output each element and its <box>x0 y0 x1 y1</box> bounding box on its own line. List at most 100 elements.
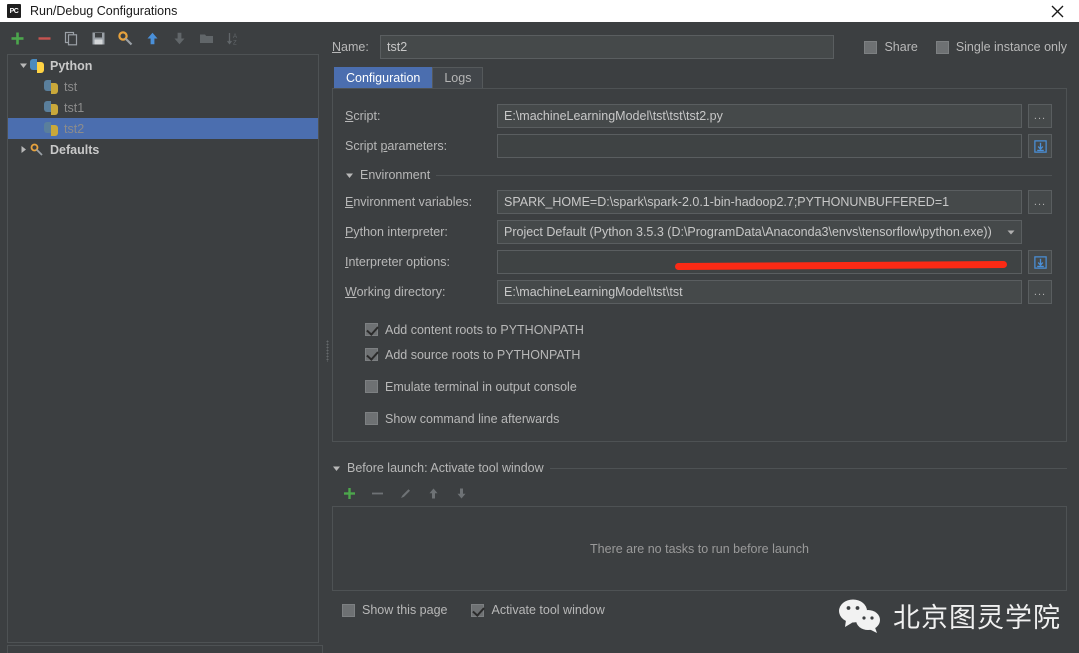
script-parameters-input[interactable] <box>497 134 1022 158</box>
checkbox-box[interactable] <box>864 40 878 54</box>
configuration-editor: Name: tst2 Share Single instance only Co… <box>332 22 1079 653</box>
emulate-terminal-checkbox[interactable]: Emulate terminal in output console <box>365 374 1052 399</box>
checkbox-box[interactable] <box>365 323 378 336</box>
section-divider <box>549 467 1067 469</box>
interpreter-options-input[interactable] <box>497 250 1022 274</box>
configurations-toolbar: A Z <box>0 26 323 51</box>
pycharm-logo-icon: PC <box>7 4 21 18</box>
panel-splitter[interactable] <box>323 22 332 653</box>
options-checkbox-list: Add content roots to PYTHONPATH Add sour… <box>365 317 1052 431</box>
tree-node-tst2[interactable]: tst2 <box>8 118 318 139</box>
chevron-down-icon[interactable] <box>16 61 30 70</box>
activate-tool-window-checkbox[interactable]: Activate tool window <box>471 603 605 617</box>
python-interpreter-value[interactable]: Project Default (Python 3.5.3 (D:\Progra… <box>497 220 1000 244</box>
python-interpreter-combobox[interactable]: Project Default (Python 3.5.3 (D:\Progra… <box>497 220 1022 244</box>
tree-node-label: Defaults <box>50 142 100 157</box>
sort-alphabetically-icon[interactable]: A Z <box>225 31 241 47</box>
show-command-line-checkbox[interactable]: Show command line afterwards <box>365 406 1052 431</box>
empty-state-message: There are no tasks to run before launch <box>590 541 809 556</box>
environment-variables-browse-button[interactable]: ... <box>1028 190 1052 214</box>
tree-node-tst1[interactable]: tst1 <box>8 97 318 118</box>
share-label: Share <box>884 40 918 54</box>
checkbox-box[interactable] <box>342 603 355 617</box>
tree-node-python[interactable]: Python <box>8 55 318 76</box>
checkbox-box[interactable] <box>365 348 378 361</box>
remove-icon[interactable] <box>36 31 52 47</box>
share-checkbox[interactable]: Share <box>864 40 918 54</box>
insert-macro-icon[interactable] <box>1028 250 1052 274</box>
tree-node-tst[interactable]: tst <box>8 76 318 97</box>
name-label: Name: <box>332 40 369 54</box>
configurations-tree[interactable]: Python tst tst1 tst2 Defaults <box>7 54 319 643</box>
edit-task-icon[interactable] <box>398 486 412 500</box>
script-parameters-row: Script parameters: <box>345 131 1052 161</box>
python-interpreter-row: Python interpreter: Project Default (Pyt… <box>345 217 1052 247</box>
configuration-panel: Script: E:\machineLearningModel\tst\tst\… <box>332 88 1067 442</box>
edit-templates-icon[interactable] <box>117 31 133 47</box>
show-this-page-checkbox[interactable]: Show this page <box>342 603 447 617</box>
tree-node-label: tst2 <box>64 121 85 136</box>
section-divider <box>436 174 1052 176</box>
checkbox-box[interactable] <box>935 40 949 54</box>
before-launch-task-list[interactable]: There are no tasks to run before launch <box>332 506 1067 591</box>
working-directory-label: Working directory: <box>345 285 446 299</box>
before-launch-header[interactable]: Before launch: Activate tool window <box>332 461 1067 475</box>
window-title: Run/Debug Configurations <box>30 4 178 18</box>
add-task-icon[interactable] <box>342 486 356 500</box>
script-input[interactable]: E:\machineLearningModel\tst\tst\tst2.py <box>497 104 1022 128</box>
pycharm-logo-text: PC <box>9 7 19 15</box>
svg-text:Z: Z <box>233 41 237 47</box>
script-browse-button[interactable]: ... <box>1028 104 1052 128</box>
save-icon[interactable] <box>90 31 106 47</box>
tree-node-label: tst1 <box>64 100 85 115</box>
chevron-down-icon <box>333 466 340 471</box>
tree-node-defaults[interactable]: Defaults <box>8 139 318 160</box>
editor-tabs: Configuration Logs <box>334 66 1067 88</box>
move-up-icon[interactable] <box>144 31 160 47</box>
environment-section-header[interactable]: Environment <box>345 168 1052 182</box>
add-icon[interactable] <box>9 31 25 47</box>
environment-section-label: Environment <box>360 168 431 182</box>
move-task-down-icon[interactable] <box>454 486 468 500</box>
environment-variables-input[interactable]: SPARK_HOME=D:\spark\spark-2.0.1-bin-hado… <box>497 190 1022 214</box>
working-directory-input[interactable]: E:\machineLearningModel\tst\tst <box>497 280 1022 304</box>
insert-macro-icon[interactable] <box>1028 134 1052 158</box>
script-row: Script: E:\machineLearningModel\tst\tst\… <box>345 101 1052 131</box>
left-panel-bottom-edge <box>7 645 323 653</box>
checkbox-box[interactable] <box>365 380 378 393</box>
interpreter-options-row: Interpreter options: <box>345 247 1052 277</box>
close-icon[interactable] <box>1035 0 1079 22</box>
add-content-roots-checkbox[interactable]: Add content roots to PYTHONPATH <box>365 317 1052 342</box>
splitter-grip[interactable] <box>326 340 329 362</box>
add-source-roots-checkbox[interactable]: Add source roots to PYTHONPATH <box>365 342 1052 367</box>
python-interpreter-label: Python interpreter: <box>345 225 448 239</box>
tab-configuration[interactable]: Configuration <box>334 67 433 88</box>
python-icon <box>44 121 58 136</box>
remove-task-icon[interactable] <box>370 486 384 500</box>
working-directory-row: Working directory: E:\machineLearningMod… <box>345 277 1052 307</box>
chevron-right-icon[interactable] <box>16 145 30 154</box>
before-launch-toolbar <box>332 480 1067 506</box>
environment-variables-label: Environment variables: <box>345 195 473 209</box>
name-input[interactable]: tst2 <box>380 35 835 59</box>
python-icon <box>44 79 58 94</box>
chevron-down-icon[interactable] <box>1000 220 1022 244</box>
single-instance-checkbox[interactable]: Single instance only <box>935 40 1067 54</box>
name-label-rest: ame: <box>341 40 369 54</box>
checkbox-box[interactable] <box>365 412 378 425</box>
checkbox-label: Show this page <box>362 603 448 617</box>
tab-logs[interactable]: Logs <box>432 67 484 88</box>
header-checkboxes: Share Single instance only <box>834 40 1067 54</box>
move-task-up-icon[interactable] <box>426 486 440 500</box>
copy-icon[interactable] <box>63 31 79 47</box>
environment-variables-row: Environment variables: SPARK_HOME=D:\spa… <box>345 187 1052 217</box>
chevron-down-icon <box>346 173 353 178</box>
svg-text:A: A <box>233 34 237 40</box>
move-down-icon[interactable] <box>171 31 187 47</box>
tree-node-label: Python <box>50 58 93 73</box>
working-directory-browse-button[interactable]: ... <box>1028 280 1052 304</box>
before-launch-label: Before launch: Activate tool window <box>347 461 544 475</box>
before-launch-section: Before launch: Activate tool window Ther… <box>332 454 1067 617</box>
folder-icon[interactable] <box>198 31 214 47</box>
checkbox-box[interactable] <box>471 603 485 617</box>
